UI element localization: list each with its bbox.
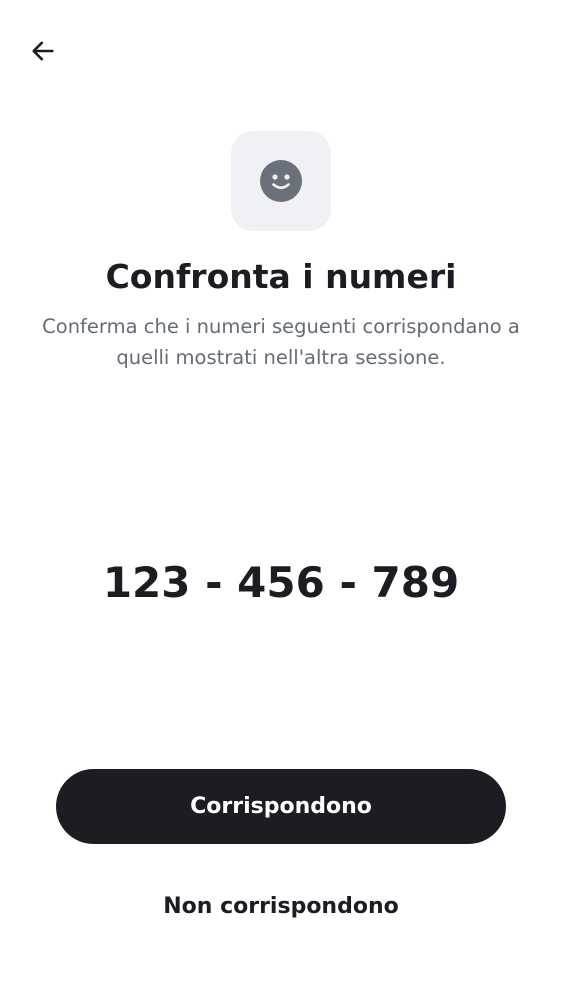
- icon-tile: [231, 131, 331, 231]
- back-button[interactable]: [22, 30, 64, 72]
- reject-match-button[interactable]: Non corrispondono: [56, 876, 506, 936]
- smiley-face-icon: [260, 160, 302, 202]
- confirm-match-label: Corrispondono: [190, 794, 372, 819]
- page-subtitle: Conferma che i numeri seguenti corrispon…: [42, 315, 520, 369]
- reject-match-label: Non corrispondono: [163, 893, 399, 919]
- page-title: Confronta i numeri: [105, 257, 457, 296]
- arrow-left-icon: [32, 41, 54, 61]
- verification-code: 123 - 456 - 789: [102, 558, 460, 607]
- confirm-match-button[interactable]: Corrispondono: [56, 769, 506, 844]
